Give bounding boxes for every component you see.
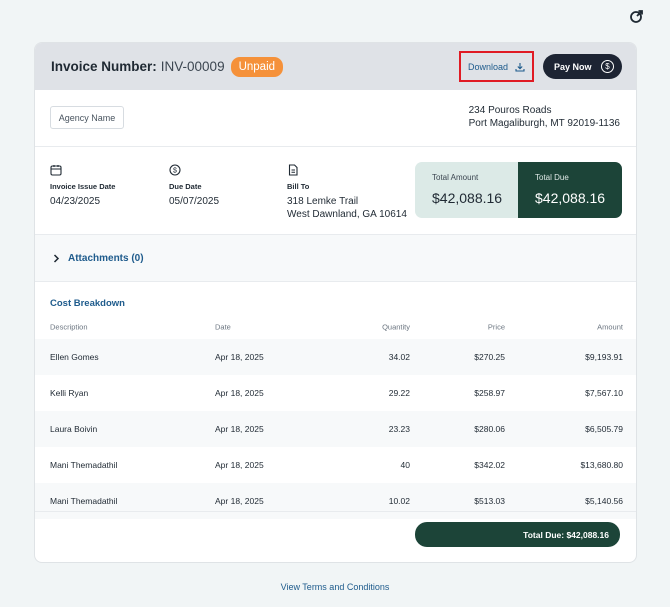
agency-address-line2: Port Magaliburgh, MT 92019-1136 — [468, 118, 620, 129]
table-header: Description Date Quantity Price Amount — [35, 320, 636, 333]
svg-text:$: $ — [173, 168, 177, 175]
cost-breakdown-table: Description Date Quantity Price Amount E… — [35, 320, 636, 519]
pay-now-button[interactable]: Pay Now $ — [543, 54, 622, 79]
document-icon — [288, 164, 298, 176]
column-header: Price — [487, 322, 505, 331]
table-row: Mani Themadathil Apr 18, 2025 10.02 $513… — [35, 483, 636, 519]
cell-price: $342.02 — [474, 460, 505, 470]
column-header: Amount — [597, 322, 623, 331]
invoice-number: INV-00009 — [160, 59, 225, 74]
download-button[interactable]: Download — [459, 51, 534, 82]
cell-quantity: 23.23 — [388, 424, 410, 434]
divider — [35, 511, 636, 512]
table-row: Mani Themadathil Apr 18, 2025 40 $342.02… — [35, 447, 636, 483]
agency-address: 234 Pouros Roads Port Magaliburgh, MT 92… — [469, 104, 620, 130]
total-due-pill: Total Due: $42,088.16 — [415, 522, 620, 547]
pay-now-label: Pay Now — [554, 61, 592, 72]
due-date-value: 05/07/2025 — [169, 196, 220, 207]
cost-breakdown-title: Cost Breakdown — [50, 298, 125, 309]
total-amount-box: Total Amount $42,088.16 — [415, 162, 518, 218]
cell-amount: $5,140.56 — [585, 496, 623, 506]
cell-price: $270.25 — [474, 352, 505, 362]
total-due-value: $42,088.16 — [535, 190, 606, 206]
cell-description: Ellen Gomes — [50, 352, 99, 362]
cell-amount: $13,680.80 — [580, 460, 623, 470]
cell-amount: $6,505.79 — [585, 424, 623, 434]
invoice-number-label: Invoice Number: — [51, 59, 157, 74]
chevron-right-icon — [53, 253, 60, 263]
status-badge: Unpaid — [230, 56, 284, 77]
bill-to-line2: West Dawnland, GA 10614 — [287, 209, 407, 220]
cell-date: Apr 18, 2025 — [215, 460, 264, 470]
total-amount-value: $42,088.16 — [432, 190, 503, 206]
total-due-box: Total Due $42,088.16 — [518, 162, 622, 218]
cell-price: $258.97 — [474, 388, 505, 398]
agency-section: Agency Name 234 Pouros Roads Port Magali… — [35, 90, 636, 147]
issue-date-value: 04/23/2025 — [50, 196, 101, 207]
table-row: Kelli Ryan Apr 18, 2025 29.22 $258.97 $7… — [35, 375, 636, 411]
dollar-icon: $ — [601, 60, 614, 73]
cell-quantity: 40 — [400, 460, 410, 470]
invoice-header: Invoice Number: INV-00009 Unpaid Downloa… — [35, 43, 636, 90]
total-due-label: Total Due — [535, 173, 569, 182]
external-link-icon[interactable] — [630, 9, 644, 23]
cell-date: Apr 18, 2025 — [215, 388, 264, 398]
cell-quantity: 10.02 — [388, 496, 410, 506]
bill-to-label: Bill To — [287, 182, 310, 191]
download-label: Download — [467, 61, 509, 72]
column-header: Description — [50, 322, 88, 331]
agency-address-line1: 234 Pouros Roads — [468, 105, 552, 116]
column-header: Date — [215, 322, 231, 331]
table-row: Laura Boivin Apr 18, 2025 23.23 $280.06 … — [35, 411, 636, 447]
cell-date: Apr 18, 2025 — [215, 424, 264, 434]
bill-to-block: Bill To 318 Lemke Trail West Dawnland, G… — [287, 164, 407, 221]
cell-description: Kelli Ryan — [50, 388, 89, 398]
cell-description: Mani Themadathil — [50, 460, 118, 470]
cell-price: $280.06 — [474, 424, 505, 434]
agency-name: Agency Name — [50, 106, 124, 129]
cell-amount: $7,567.10 — [585, 388, 623, 398]
cell-description: Laura Boivin — [50, 424, 98, 434]
totals-summary: Total Amount $42,088.16 Total Due $42,08… — [415, 162, 622, 218]
column-header: Quantity — [382, 322, 410, 331]
calendar-icon — [50, 165, 62, 176]
terms-link[interactable]: View Terms and Conditions — [0, 582, 670, 592]
cell-description: Mani Themadathil — [50, 496, 118, 506]
attachments-toggle[interactable]: Attachments (0) — [35, 235, 636, 282]
table-row: Ellen Gomes Apr 18, 2025 34.02 $270.25 $… — [35, 339, 636, 375]
dollar-circle-icon: $ — [169, 164, 181, 176]
issue-date-label: Invoice Issue Date — [50, 182, 116, 191]
cell-price: $513.03 — [474, 496, 505, 506]
download-icon — [515, 62, 525, 72]
due-date-block: $ Due Date 05/07/2025 — [169, 164, 219, 208]
issue-date-block: Invoice Issue Date 04/23/2025 — [50, 164, 115, 208]
bill-to-line1: 318 Lemke Trail — [287, 196, 359, 207]
cell-quantity: 29.22 — [388, 388, 410, 398]
cell-date: Apr 18, 2025 — [215, 352, 264, 362]
cell-amount: $9,193.91 — [585, 352, 623, 362]
due-date-label: Due Date — [169, 182, 202, 191]
cell-quantity: 34.02 — [388, 352, 410, 362]
cell-date: Apr 18, 2025 — [215, 496, 264, 506]
attachments-label: Attachments (0) — [68, 252, 144, 264]
invoice-card: Invoice Number: INV-00009 Unpaid Downloa… — [34, 42, 637, 563]
total-amount-label: Total Amount — [432, 173, 479, 182]
